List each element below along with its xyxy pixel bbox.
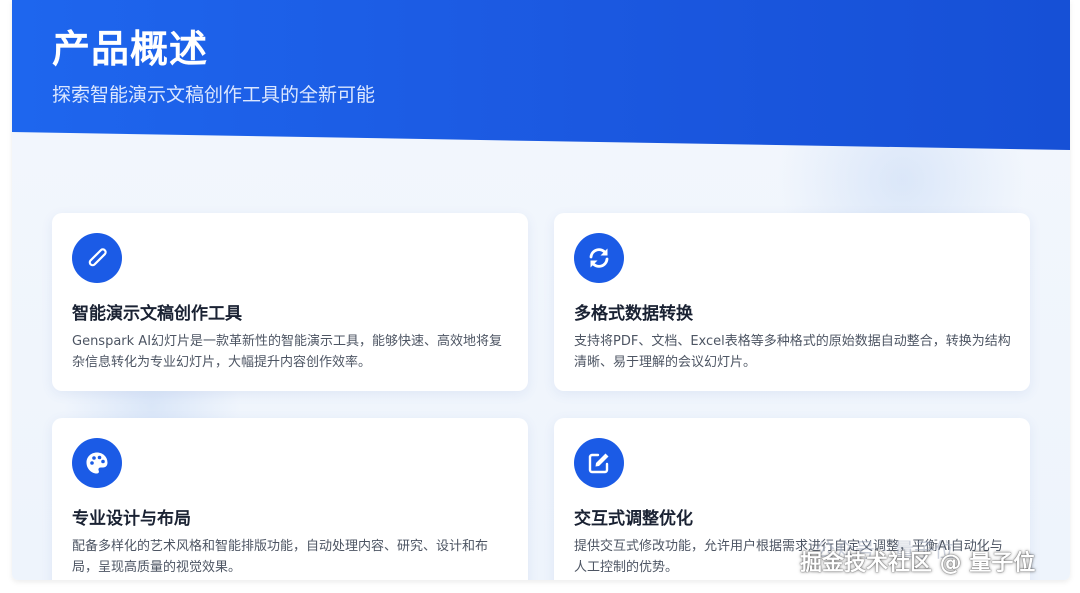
edit-icon	[574, 438, 624, 488]
card-description: 配备多样化的艺术风格和智能排版功能，自动处理内容、研究、设计和布局，呈现高质量的…	[72, 539, 489, 575]
slide: 产品概述 探索智能演示文稿创作工具的全新可能 智能演示文稿创作工具 Genspa…	[12, 0, 1070, 580]
card-title: 多格式数据转换	[574, 304, 693, 324]
palette-icon	[72, 438, 122, 488]
card-title: 专业设计与布局	[72, 509, 191, 529]
card-title: 智能演示文稿创作工具	[72, 304, 242, 324]
card-description: Genspark AI幻灯片是一款革新性的智能演示工具，能够快速、高效地将复杂信…	[72, 334, 503, 370]
pen-icon	[72, 233, 122, 283]
feature-card: 智能演示文稿创作工具 Genspark AI幻灯片是一款革新性的智能演示工具，能…	[52, 213, 528, 391]
card-description: 支持将PDF、文档、Excel表格等多种格式的原始数据自动整合，转换为结构清晰、…	[574, 334, 1011, 370]
card-title: 交互式调整优化	[574, 509, 693, 529]
watermark: 掘金技术社区 @ 量子位	[800, 551, 1036, 576]
page-subtitle: 探索智能演示文稿创作工具的全新可能	[52, 84, 376, 106]
page-title: 产品概述	[52, 27, 209, 71]
feature-card: 专业设计与布局 配备多样化的艺术风格和智能排版功能，自动处理内容、研究、设计和布…	[52, 418, 528, 580]
sync-icon	[574, 233, 624, 283]
feature-card: 多格式数据转换 支持将PDF、文档、Excel表格等多种格式的原始数据自动整合，…	[554, 213, 1030, 391]
